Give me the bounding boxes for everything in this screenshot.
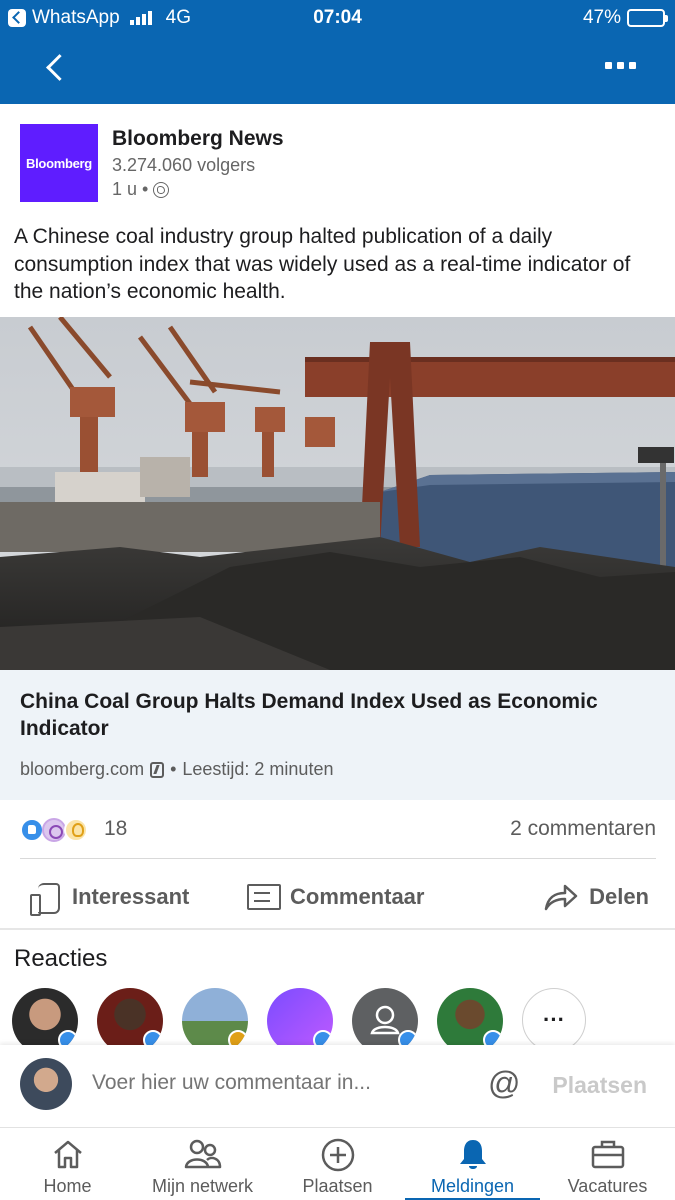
comment-count[interactable]: 2 commentaren bbox=[510, 817, 656, 841]
home-icon bbox=[53, 1140, 82, 1169]
meta-separator: • bbox=[170, 759, 177, 779]
dot-icon bbox=[617, 62, 624, 69]
tab-label: Mijn netwerk bbox=[151, 1176, 254, 1196]
article-image[interactable] bbox=[0, 317, 675, 670]
post-actions: Interessant Commentaar Delen bbox=[0, 872, 675, 922]
support-reaction-icon bbox=[42, 818, 66, 842]
tab-post[interactable]: Plaatsen bbox=[270, 1128, 405, 1200]
comment-button[interactable]: Commentaar bbox=[246, 872, 424, 922]
reaction-count[interactable]: 18 bbox=[104, 817, 127, 841]
top-bar: WhatsApp 4G 07:04 47% bbox=[0, 0, 675, 104]
network-icon bbox=[184, 1139, 221, 1169]
post-age: 1 u bbox=[112, 179, 138, 199]
tab-label: Plaatsen bbox=[302, 1176, 373, 1196]
back-button[interactable] bbox=[40, 50, 70, 86]
dot-icon bbox=[629, 62, 636, 69]
social-counts: 18 2 commentaren bbox=[20, 816, 656, 844]
read-time: Leestijd: 2 minuten bbox=[182, 759, 334, 779]
bottom-tab-bar: Home Mijn netwerk Plaatsen Meldingen Vac… bbox=[0, 1127, 675, 1200]
tab-home[interactable]: Home bbox=[0, 1128, 135, 1200]
tab-my-network[interactable]: Mijn netwerk bbox=[135, 1128, 270, 1200]
article-title[interactable]: China Coal Group Halts Demand Index Used… bbox=[20, 688, 640, 742]
tab-label: Vacatures bbox=[567, 1176, 648, 1196]
instant-article-icon bbox=[150, 761, 165, 778]
dot-icon bbox=[605, 62, 612, 69]
plus-circle-icon bbox=[321, 1138, 354, 1172]
share-label: Delen bbox=[589, 884, 649, 909]
my-avatar bbox=[20, 1058, 72, 1110]
tab-label: Meldingen bbox=[430, 1176, 515, 1196]
company-logo[interactable]: Bloomberg bbox=[20, 124, 98, 202]
globe-icon bbox=[153, 181, 170, 198]
thumbs-up-icon bbox=[28, 880, 62, 916]
status-bar: WhatsApp 4G 07:04 47% bbox=[0, 0, 675, 36]
battery-icon bbox=[627, 9, 668, 27]
article-source: bloomberg.com bbox=[20, 759, 145, 779]
tab-label: Home bbox=[43, 1176, 92, 1196]
bell-icon bbox=[459, 1140, 486, 1169]
follower-count: 3.274.060 volgers bbox=[112, 155, 256, 175]
coal-port-photo bbox=[0, 317, 675, 670]
section-divider bbox=[0, 928, 675, 930]
status-time: 07:04 bbox=[313, 7, 362, 28]
tab-jobs[interactable]: Vacatures bbox=[540, 1128, 675, 1200]
article-link-card[interactable]: China Coal Group Halts Demand Index Used… bbox=[0, 670, 675, 800]
reactions-heading: Reacties bbox=[14, 945, 108, 972]
post-comment-button[interactable]: Plaatsen bbox=[552, 1072, 647, 1099]
meta-separator: • bbox=[142, 179, 149, 199]
share-arrow-icon bbox=[544, 884, 578, 911]
status-right: 47% bbox=[582, 7, 668, 29]
author-name[interactable]: Bloomberg News bbox=[112, 127, 284, 151]
comment-composer: @ Plaatsen bbox=[0, 1045, 675, 1127]
comment-input[interactable] bbox=[92, 1071, 452, 1095]
more-reactors-button[interactable]: ··· bbox=[522, 988, 586, 1052]
interesting-button[interactable]: Interessant bbox=[28, 872, 189, 922]
like-reaction-icon bbox=[20, 818, 44, 842]
share-button[interactable]: Delen bbox=[543, 872, 649, 922]
reactor-avatars: ··· bbox=[12, 988, 672, 1054]
post-text: A Chinese coal industry group halted pub… bbox=[14, 225, 631, 303]
post-meta: 1 u • bbox=[112, 179, 170, 200]
divider bbox=[20, 858, 656, 859]
post-header: Bloomberg Bloomberg News 3.274.060 volge… bbox=[20, 124, 660, 204]
linkedin-post-screen: WhatsApp 4G 07:04 47% Bloomberg Bloomber… bbox=[0, 0, 675, 1200]
insightful-reaction-icon bbox=[64, 818, 88, 842]
interesting-label: Interessant bbox=[72, 884, 190, 909]
more-options-button[interactable] bbox=[605, 62, 641, 74]
reaction-icons[interactable] bbox=[20, 818, 88, 842]
tab-notifications[interactable]: Meldingen bbox=[405, 1128, 540, 1200]
comment-label: Commentaar bbox=[290, 884, 425, 909]
battery-percent: 47% bbox=[582, 7, 621, 28]
article-meta: bloomberg.com • Leestijd: 2 minuten bbox=[20, 759, 333, 780]
comment-icon bbox=[246, 882, 281, 912]
mention-icon[interactable]: @ bbox=[488, 1067, 520, 1099]
briefcase-icon bbox=[591, 1140, 624, 1169]
